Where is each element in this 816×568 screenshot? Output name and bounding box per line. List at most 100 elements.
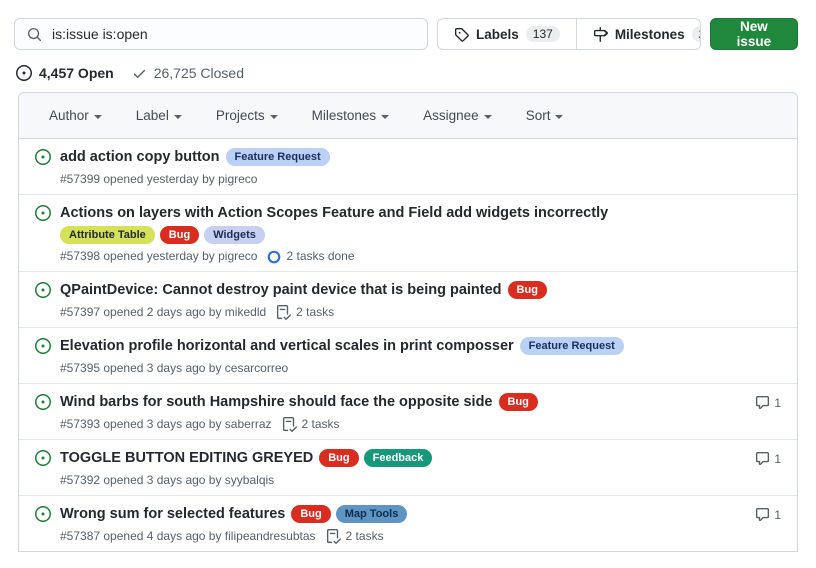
milestones-button[interactable]: Milestones 21 [576, 19, 701, 49]
issue-opened-icon [16, 65, 32, 81]
issue-meta-text: #57397 opened 2 days ago by mikedld [60, 305, 266, 320]
tasks-text: 2 tasks [302, 417, 340, 432]
issue-label-pill[interactable]: Bug [291, 505, 330, 523]
filter-milestones-label: Milestones [312, 108, 377, 123]
issue-main: Wind barbs for south Hampshire should fa… [60, 392, 747, 432]
issue-main: add action copy button Feature Request #… [60, 147, 781, 187]
issue-title-link[interactable]: Elevation profile horizontal and vertica… [60, 336, 514, 356]
filter-milestones[interactable]: Milestones [312, 108, 390, 123]
issue-main: QPaintDevice: Cannot destroy paint devic… [60, 280, 781, 320]
issue-label-pill[interactable]: Attribute Table [60, 226, 155, 244]
open-issues-tab[interactable]: 4,457 Open [16, 65, 114, 81]
issue-label-pill[interactable]: Feature Request [226, 148, 330, 166]
comment-icon [755, 395, 770, 410]
filter-label-label: Label [136, 108, 169, 123]
open-issue-icon [35, 203, 51, 226]
filter-projects[interactable]: Projects [216, 108, 278, 123]
issue-labels-below: Attribute Table Bug Widgets [60, 226, 781, 244]
closed-issues-tab[interactable]: 26,725 Closed [132, 65, 244, 81]
issues-toolbar: Labels 137 Milestones 21 New issue [14, 18, 798, 50]
filter-assignee[interactable]: Assignee [423, 108, 492, 123]
issue-label-pill[interactable]: Feedback [364, 449, 433, 467]
chevron-down-icon [381, 115, 389, 119]
issue-label-pill[interactable]: Feature Request [520, 337, 624, 355]
search-icon [27, 27, 42, 42]
labels-button[interactable]: Labels 137 [438, 19, 576, 49]
issue-label-pill[interactable]: Bug [160, 226, 199, 244]
issue-title-link[interactable]: Wrong sum for selected features [60, 504, 285, 524]
issue-labels-inline: Bug [499, 393, 538, 411]
issue-label-pill[interactable]: Bug [319, 449, 358, 467]
issue-row: Actions on layers with Action Scopes Fea… [19, 195, 797, 272]
tasks-indicator: 2 tasks [282, 417, 340, 432]
open-issue-icon [35, 280, 51, 303]
filter-sort-label: Sort [526, 108, 551, 123]
issue-row: Elevation profile horizontal and vertica… [19, 328, 797, 384]
issue-main: Elevation profile horizontal and vertica… [60, 336, 781, 376]
tasks-text: 2 tasks done [286, 249, 354, 264]
filter-bar: Author Label Projects Milestones Assigne… [19, 93, 797, 139]
chevron-down-icon [174, 115, 182, 119]
issue-labels-inline: Bug [508, 281, 547, 299]
comment-count[interactable]: 1 [747, 504, 781, 522]
filter-projects-label: Projects [216, 108, 265, 123]
issues-list-container: Author Label Projects Milestones Assigne… [18, 92, 798, 552]
filter-author[interactable]: Author [49, 108, 102, 123]
issue-title-link[interactable]: add action copy button [60, 147, 220, 167]
issue-row: Wrong sum for selected features Bug Map T… [19, 496, 797, 551]
issue-label-pill[interactable]: Bug [508, 281, 547, 299]
comment-count[interactable]: 1 [747, 392, 781, 410]
comment-icon [755, 451, 770, 466]
issue-meta-text: #57393 opened 3 days ago by saberraz [60, 417, 272, 432]
issue-title-link[interactable]: Actions on layers with Action Scopes Fea… [60, 203, 608, 223]
checklist-icon [276, 305, 291, 320]
issue-labels-inline: Bug Map Tools [291, 505, 407, 523]
search-box[interactable] [14, 18, 428, 50]
checklist-icon [326, 529, 341, 544]
issue-labels-inline: Feature Request [226, 148, 330, 166]
open-issue-icon [35, 504, 51, 527]
checklist-icon [282, 417, 297, 432]
issue-label-pill[interactable]: Bug [499, 393, 538, 411]
new-issue-button[interactable]: New issue [710, 18, 798, 50]
issue-title-link[interactable]: TOGGLE BUTTON EDITING GREYED [60, 448, 313, 468]
tasks-text: 2 tasks [296, 305, 334, 320]
issue-meta-text: #57395 opened 3 days ago by cesarcorreo [60, 361, 288, 376]
issue-title-link[interactable]: QPaintDevice: Cannot destroy paint devic… [60, 280, 502, 300]
chevron-down-icon [94, 115, 102, 119]
comment-count-number: 1 [774, 396, 781, 410]
filter-assignee-label: Assignee [423, 108, 479, 123]
labels-button-label: Labels [476, 27, 519, 42]
issue-meta-text: #57387 opened 4 days ago by filipeandres… [60, 529, 316, 544]
tag-icon [454, 27, 469, 42]
issue-meta-text: #57399 opened yesterday by pigreco [60, 172, 257, 187]
labels-count-badge: 137 [526, 26, 560, 42]
closed-count-label: 26,725 Closed [154, 65, 244, 81]
issue-title-link[interactable]: Wind barbs for south Hampshire should fa… [60, 392, 493, 412]
issue-meta-text: #57398 opened yesterday by pigreco [60, 249, 257, 264]
tasks-indicator: 2 tasks [276, 305, 334, 320]
comment-count-number: 1 [774, 452, 781, 466]
labels-milestones-group: Labels 137 Milestones 21 [437, 18, 701, 50]
check-icon [132, 66, 147, 81]
issue-row: TOGGLE BUTTON EDITING GREYED Bug Feedback… [19, 440, 797, 496]
open-issue-icon [35, 448, 51, 471]
tasks-indicator: 2 tasks [326, 529, 384, 544]
issue-main: TOGGLE BUTTON EDITING GREYED Bug Feedback… [60, 448, 747, 488]
chevron-down-icon [484, 115, 492, 119]
milestones-count-badge: 21 [692, 26, 701, 42]
comment-count[interactable]: 1 [747, 448, 781, 466]
progress-ring-icon [267, 250, 281, 264]
open-issue-icon [35, 336, 51, 359]
milestone-icon [593, 27, 608, 42]
issue-labels-inline: Feature Request [520, 337, 624, 355]
issue-row: Wind barbs for south Hampshire should fa… [19, 384, 797, 440]
issue-state-tabs: 4,457 Open 26,725 Closed [16, 65, 798, 81]
search-input[interactable] [50, 25, 415, 43]
milestones-button-label: Milestones [615, 27, 685, 42]
open-count-label: 4,457 Open [39, 65, 114, 81]
issue-label-pill[interactable]: Widgets [204, 226, 265, 244]
filter-label[interactable]: Label [136, 108, 182, 123]
filter-sort[interactable]: Sort [526, 108, 564, 123]
issue-label-pill[interactable]: Map Tools [336, 505, 408, 523]
